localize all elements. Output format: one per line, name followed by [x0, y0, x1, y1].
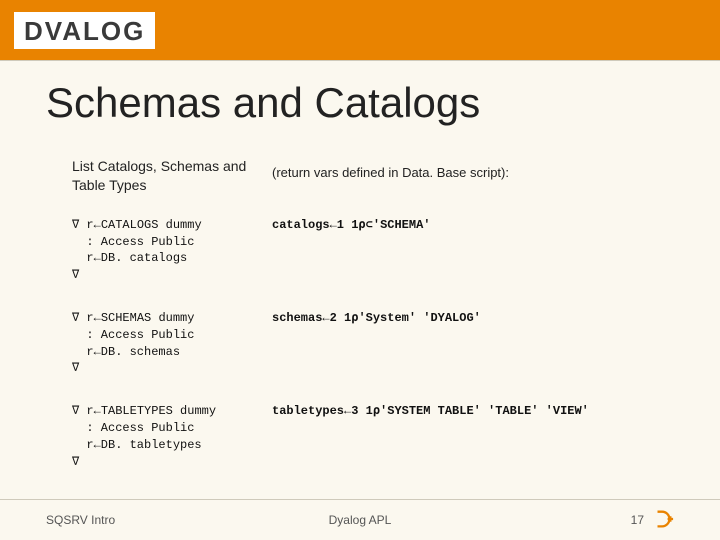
code-definition: ∇ r←CATALOGS dummy : Access Public r←DB.…	[72, 217, 272, 284]
code-result: catalogs←1 1⍴⊂'SCHEMA'	[272, 217, 430, 232]
code-definition: ∇ r←SCHEMAS dummy : Access Public r←DB. …	[72, 310, 272, 377]
code-block: ∇ r←SCHEMAS dummy : Access Public r←DB. …	[72, 310, 672, 377]
code-block: ∇ r←CATALOGS dummy : Access Public r←DB.…	[72, 217, 672, 284]
logo-text: DVALOG	[24, 16, 145, 46]
dyalog-icon	[652, 508, 674, 533]
content-area: List Catalogs, Schemas and Table Types (…	[72, 157, 672, 470]
divider	[0, 60, 720, 61]
intro-right-text: (return vars defined in Data. Base scrip…	[272, 157, 509, 180]
footer-center-text: Dyalog APL	[329, 513, 392, 527]
code-result: schemas←2 1⍴'System' 'DYALOG'	[272, 310, 481, 325]
header-bar: DVALOG	[0, 0, 720, 60]
logo-box: DVALOG	[14, 12, 155, 49]
intro-left-text: List Catalogs, Schemas and Table Types	[72, 157, 272, 195]
intro-row: List Catalogs, Schemas and Table Types (…	[72, 157, 672, 195]
footer-right: 17	[631, 508, 674, 533]
code-result: tabletypes←3 1⍴'SYSTEM TABLE' 'TABLE' 'V…	[272, 403, 589, 418]
footer-left-text: SQSRV Intro	[46, 513, 115, 527]
code-definition: ∇ r←TABLETYPES dummy : Access Public r←D…	[72, 403, 272, 470]
footer: SQSRV Intro Dyalog APL 17	[0, 499, 720, 540]
page-title: Schemas and Catalogs	[46, 79, 720, 127]
code-block: ∇ r←TABLETYPES dummy : Access Public r←D…	[72, 403, 672, 470]
page-number: 17	[631, 513, 644, 527]
